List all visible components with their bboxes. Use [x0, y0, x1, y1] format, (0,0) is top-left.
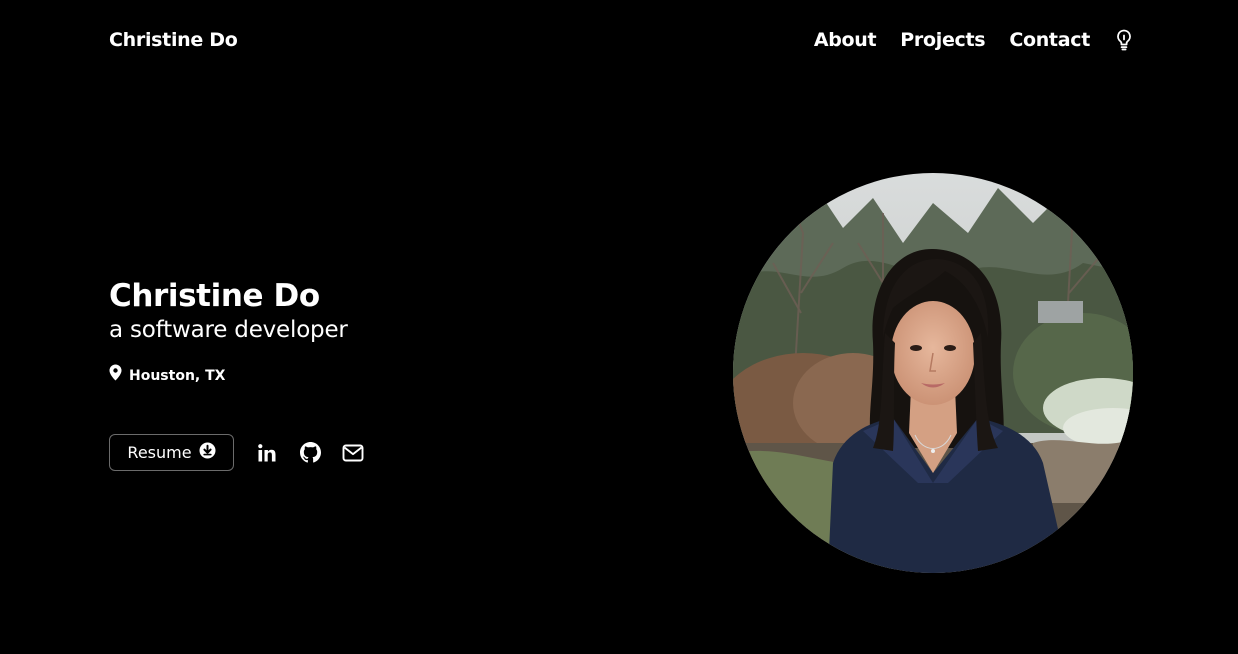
map-pin-icon [109, 364, 122, 387]
lightbulb-icon[interactable] [1114, 28, 1134, 52]
hero-name: Christine Do [109, 278, 320, 314]
github-icon[interactable] [298, 441, 322, 465]
nav-link-projects[interactable]: Projects [900, 26, 985, 54]
mail-icon[interactable] [341, 441, 365, 465]
linkedin-icon[interactable] [255, 441, 279, 465]
resume-button[interactable]: Resume [109, 434, 234, 471]
hero-actions: Resume [109, 434, 365, 471]
location: Houston, TX [109, 364, 629, 387]
profile-photo [733, 173, 1133, 573]
brand-logo-text[interactable]: Christine Do [109, 27, 238, 53]
hero-role: a software developer [109, 317, 348, 343]
resume-label: Resume [127, 443, 192, 462]
hero-intro: Christine Do a software developer Housto… [109, 278, 629, 387]
nav-link-about[interactable]: About [814, 26, 877, 54]
location-text: Houston, TX [129, 367, 226, 384]
download-circle-icon [199, 442, 216, 463]
main-nav: About Projects Contact [814, 26, 1134, 54]
nav-link-contact[interactable]: Contact [1009, 26, 1090, 54]
